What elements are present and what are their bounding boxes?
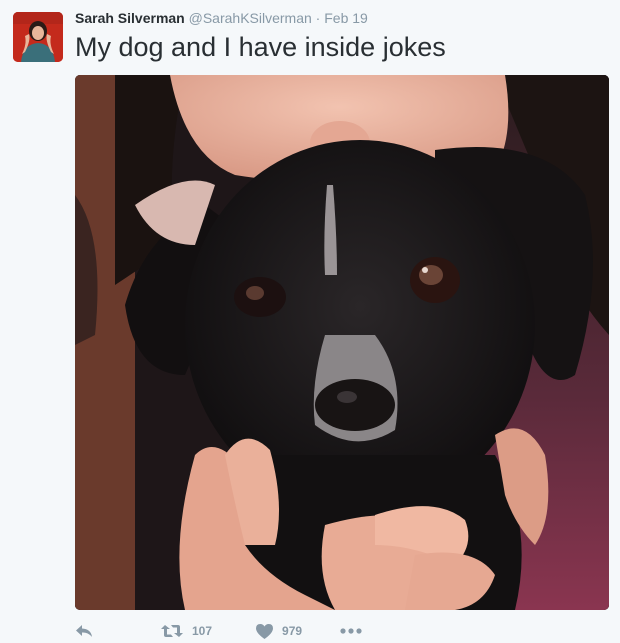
- screen-name[interactable]: @SarahKSilverman: [189, 10, 312, 26]
- tweet: Sarah Silverman @SarahKSilverman · Feb 1…: [0, 0, 620, 643]
- tweet-date[interactable]: Feb 19: [324, 10, 368, 26]
- like-count: 979: [282, 624, 303, 638]
- heart-icon: [256, 623, 274, 639]
- display-name[interactable]: Sarah Silverman: [75, 10, 185, 26]
- separator: ·: [315, 10, 321, 26]
- tweet-photo[interactable]: [75, 75, 609, 610]
- avatar[interactable]: [13, 12, 63, 62]
- retweet-icon: [161, 625, 183, 637]
- reply-icon: [76, 625, 92, 637]
- tweet-text: My dog and I have inside jokes: [75, 32, 446, 62]
- reply-button[interactable]: [75, 624, 93, 638]
- more-icon: [340, 628, 362, 634]
- retweet-button[interactable]: 107: [161, 624, 212, 638]
- tweet-actions: 107 979: [75, 620, 609, 642]
- more-button[interactable]: [340, 628, 362, 634]
- retweet-count: 107: [192, 624, 213, 638]
- like-button[interactable]: 979: [256, 623, 303, 639]
- tweet-header: Sarah Silverman @SarahKSilverman · Feb 1…: [75, 9, 368, 27]
